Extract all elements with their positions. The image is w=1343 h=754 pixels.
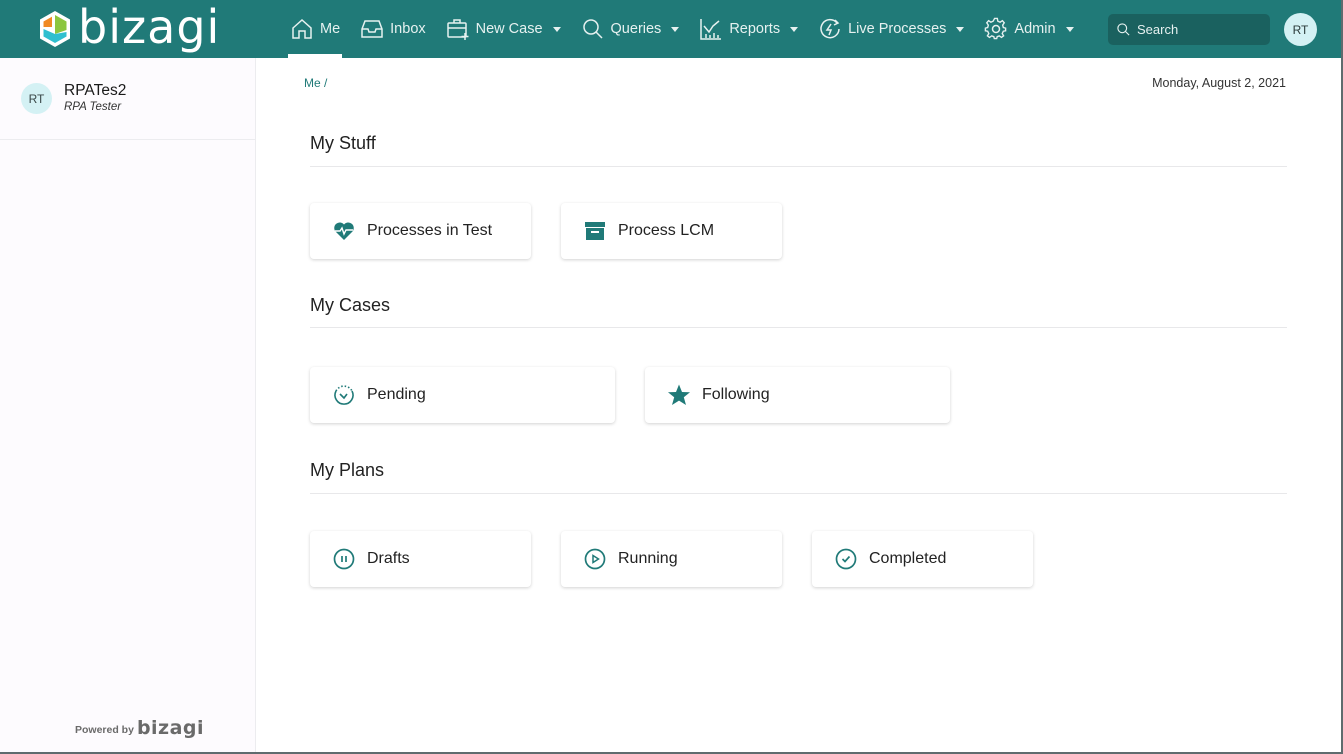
chevron-down-icon (790, 26, 799, 32)
nav-queries-label: Queries (610, 21, 662, 37)
heart-pulse-icon (334, 222, 354, 240)
main-nav: Me Inbox New Case Queries Reports Live P… (280, 0, 1084, 58)
nav-live-processes[interactable]: Live Processes (808, 0, 974, 58)
main-content: Me / Monday, August 2, 2021 My Stuff Pro… (256, 58, 1341, 752)
powered-by-logo: bizagi (136, 717, 205, 739)
new-case-icon (446, 19, 469, 40)
card-label: Running (618, 550, 678, 567)
pause-circle-icon (333, 548, 355, 570)
card-label: Completed (869, 550, 947, 567)
nav-admin[interactable]: Admin (974, 0, 1083, 58)
chevron-down-icon (552, 26, 561, 32)
chevron-down-icon (956, 26, 965, 32)
star-icon (668, 384, 690, 405)
gear-icon (985, 17, 1007, 40)
nav-inbox-label: Inbox (390, 21, 426, 37)
user-info: RPATes2 RPA Tester (64, 82, 126, 115)
timer-icon (334, 385, 354, 405)
sidebar: RT RPATes2 RPA Tester Powered by bizagi (0, 58, 256, 752)
section-divider (310, 166, 1287, 167)
live-process-icon (820, 18, 840, 39)
bizagi-logo-icon (40, 11, 70, 47)
nav-reports-label: Reports (729, 21, 781, 37)
section-title-my-cases: My Cases (310, 295, 391, 315)
search-icon (1117, 23, 1130, 36)
nav-queries[interactable]: Queries (571, 0, 690, 58)
nav-me-label: Me (320, 21, 341, 37)
card-process-lcm[interactable]: Process LCM (561, 203, 782, 259)
user-role: RPA Tester (64, 101, 122, 113)
bizagi-wordmark: bizagi (78, 0, 221, 54)
powered-by-footer: Powered by bizagi (75, 719, 204, 738)
chevron-down-icon (671, 26, 680, 32)
card-label: Following (702, 386, 770, 403)
global-search[interactable] (1108, 14, 1270, 45)
powered-by-label: Powered by (75, 724, 134, 736)
card-label: Pending (367, 386, 426, 403)
home-icon (292, 18, 312, 39)
section-title-my-stuff: My Stuff (310, 133, 376, 153)
user-avatar-button[interactable]: RT (1284, 13, 1317, 46)
card-drafts[interactable]: Drafts (310, 531, 531, 587)
nav-inbox[interactable]: Inbox (350, 0, 435, 58)
section-title-my-plans: My Plans (310, 460, 385, 480)
card-label: Drafts (367, 550, 410, 567)
inbox-icon (361, 20, 383, 38)
check-circle-icon (835, 548, 857, 570)
chevron-down-icon (1065, 26, 1074, 32)
card-following[interactable]: Following (645, 367, 950, 423)
archive-icon (585, 222, 605, 240)
card-processes-in-test[interactable]: Processes in Test (310, 203, 531, 259)
card-running[interactable]: Running (561, 531, 782, 587)
nav-me[interactable]: Me (280, 0, 350, 58)
nav-new-case[interactable]: New Case (436, 0, 571, 58)
user-profile[interactable]: RT RPATes2 RPA Tester (0, 58, 255, 140)
card-label: Process LCM (618, 222, 715, 239)
card-completed[interactable]: Completed (812, 531, 1033, 587)
card-pending[interactable]: Pending (310, 367, 615, 423)
search-icon (582, 19, 603, 39)
breadcrumb[interactable]: Me / (304, 76, 327, 90)
chart-icon (700, 19, 722, 40)
nav-reports[interactable]: Reports (689, 0, 808, 58)
user-name: RPATes2 (64, 82, 127, 99)
avatar: RT (21, 83, 52, 114)
top-navigation-bar: bizagi Me Inbox New Case Queries Reports (0, 0, 1341, 58)
card-label: Processes in Test (367, 222, 493, 239)
current-date: Monday, August 2, 2021 (1152, 76, 1286, 90)
play-circle-icon (584, 548, 606, 570)
nav-live-processes-label: Live Processes (848, 21, 947, 37)
bizagi-logo[interactable]: bizagi (38, 0, 221, 54)
section-divider (310, 327, 1287, 328)
search-input[interactable] (1137, 22, 1257, 37)
nav-admin-label: Admin (1014, 21, 1056, 37)
section-divider (310, 493, 1287, 494)
nav-new-case-label: New Case (475, 21, 543, 37)
